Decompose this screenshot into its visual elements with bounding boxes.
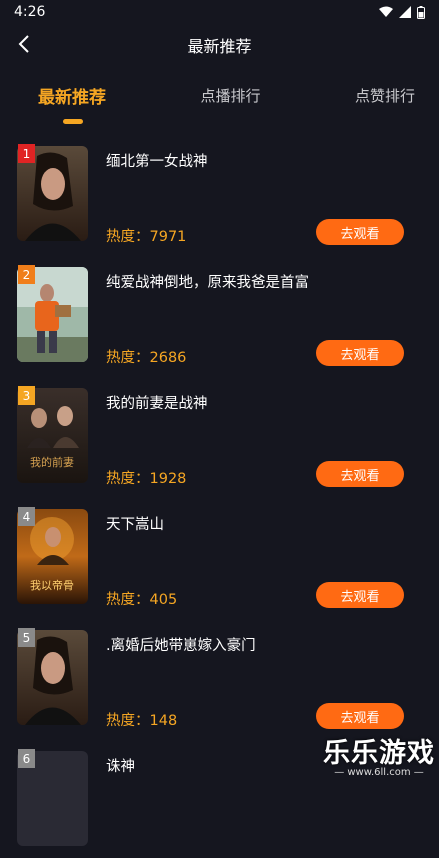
watch-button[interactable]: 去观看 (316, 219, 404, 245)
item-title[interactable]: 天下嵩山 (106, 513, 164, 534)
list-item[interactable]: 5 .离婚后她带崽嫁入豪门 热度：148 去观看 (0, 616, 439, 737)
back-button[interactable] (10, 30, 38, 58)
signal-icon (399, 6, 411, 18)
nav-bar: 最新推荐 (0, 24, 439, 66)
list-item[interactable]: 我以帝骨 4 天下嵩山 热度：405 去观看 (0, 495, 439, 616)
rank-badge: 1 (18, 144, 35, 163)
watch-button[interactable]: 去观看 (316, 461, 404, 487)
tab-like-ranking[interactable]: 点赞排行 (355, 85, 415, 106)
watermark: 乐乐游戏 — www.6ll.com — (323, 731, 435, 778)
item-heat: 热度：1928 (106, 471, 187, 487)
watch-button[interactable]: 去观看 (316, 582, 404, 608)
svg-text:我以帝骨: 我以帝骨 (30, 578, 74, 592)
rank-badge: 3 (18, 386, 35, 405)
status-icons (379, 5, 425, 19)
item-heat: 热度：7971 (106, 229, 187, 245)
item-heat: 热度：2686 (106, 350, 187, 366)
rank-badge: 5 (18, 628, 35, 647)
item-title[interactable]: .离婚后她带崽嫁入豪门 (106, 634, 256, 655)
item-title[interactable]: 我的前妻是战神 (106, 392, 208, 413)
svg-text:我的前妻: 我的前妻 (30, 455, 74, 469)
wifi-icon (379, 6, 393, 17)
item-title[interactable]: 诛神 (106, 755, 135, 776)
tab-indicator (63, 119, 83, 124)
rank-badge: 2 (18, 265, 35, 284)
status-time: 4:26 (14, 4, 46, 20)
status-bar: 4:26 (0, 0, 439, 24)
item-title[interactable]: 缅北第一女战神 (106, 150, 208, 171)
list-item[interactable]: 1 缅北第一女战神 热度：7971 去观看 (0, 132, 439, 253)
rank-badge: 6 (18, 749, 35, 768)
tab-latest[interactable]: 最新推荐 (38, 83, 106, 108)
watch-button[interactable]: 去观看 (316, 340, 404, 366)
watermark-url: — www.6ll.com — (334, 767, 424, 778)
item-title[interactable]: 纯爱战神倒地，原来我爸是首富 (106, 271, 309, 292)
tab-play-ranking[interactable]: 点播排行 (200, 85, 260, 106)
chevron-left-icon (18, 35, 29, 53)
rank-badge: 4 (18, 507, 35, 526)
item-heat: 热度：148 (106, 713, 178, 729)
watch-button[interactable]: 去观看 (316, 703, 404, 729)
list-item[interactable]: 2 纯爱战神倒地，原来我爸是首富 热度：2686 去观看 (0, 253, 439, 374)
tab-bar: 最新推荐 点播排行 点赞排行 (0, 66, 439, 124)
page-title: 最新推荐 (187, 37, 252, 56)
list-item[interactable]: 我的前妻 3 我的前妻是战神 热度：1928 去观看 (0, 374, 439, 495)
item-heat: 热度：405 (106, 592, 178, 608)
battery-icon (417, 5, 425, 19)
watermark-logo: 乐乐游戏 (323, 738, 435, 769)
